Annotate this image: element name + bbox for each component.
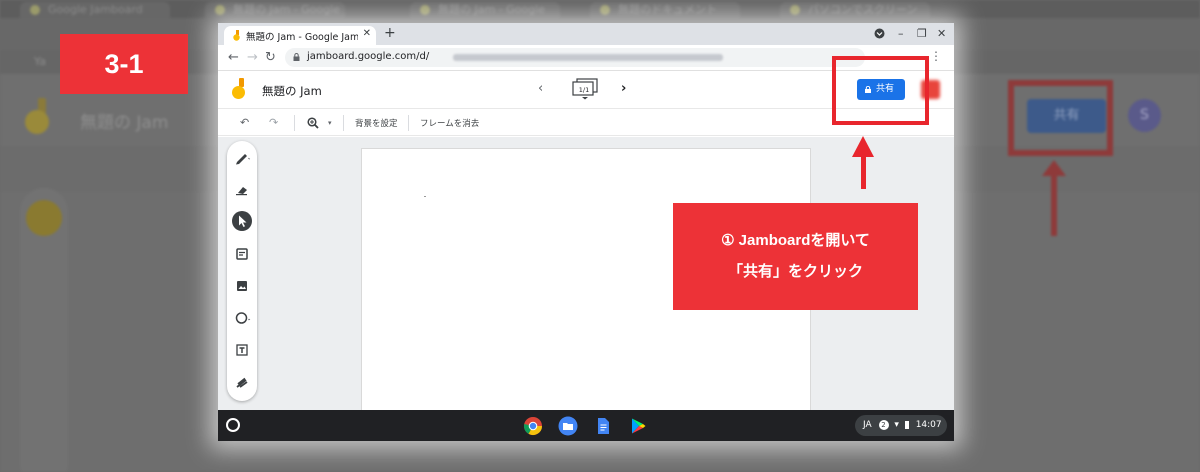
- toolbar-divider: [408, 115, 409, 131]
- clock: 14:07: [915, 420, 942, 430]
- canvas-mark: [424, 196, 426, 197]
- background-jamboard-logo-icon: [25, 98, 49, 134]
- next-frame-icon[interactable]: ›: [621, 81, 626, 96]
- browser-tab[interactable]: 無題の Jam - Google Jamboard ✕: [224, 26, 376, 45]
- close-window-button[interactable]: ✕: [937, 27, 946, 40]
- restore-button[interactable]: ❐: [917, 27, 927, 40]
- ime-indicator: JA: [863, 420, 872, 430]
- text-box-tool-icon[interactable]: [232, 340, 252, 360]
- background-pen-icon: [26, 200, 62, 236]
- eraser-tool-icon[interactable]: [232, 179, 252, 199]
- back-icon[interactable]: ←: [228, 50, 239, 65]
- image-tool-icon[interactable]: [232, 276, 252, 296]
- tab-close-icon[interactable]: ✕: [363, 28, 371, 39]
- circle-tool-icon[interactable]: [232, 308, 252, 328]
- clear-frame-button[interactable]: フレームを消去: [420, 117, 479, 129]
- launcher-icon[interactable]: [226, 418, 240, 432]
- set-background-button[interactable]: 背景を設定: [355, 117, 398, 129]
- url-redacted: [453, 54, 723, 61]
- background-tab: パソコンでスクリーン: [780, 2, 930, 18]
- url-field[interactable]: jamboard.google.com/d/: [285, 48, 865, 67]
- background-tab: Google Jamboard: [20, 2, 170, 18]
- frame-counter: 1/1: [578, 86, 590, 94]
- pen-tool-icon[interactable]: [232, 147, 252, 167]
- browser-tabbar: 無題の Jam - Google Jamboard ✕ + – ❐ ✕: [218, 23, 954, 45]
- background-tab: 無題のドキュメント: [590, 2, 740, 18]
- background-sidebar: [20, 188, 68, 472]
- notification-count-badge: 2: [878, 419, 889, 430]
- callout-line-1: ① Jamboardを開いて: [721, 232, 870, 249]
- wifi-icon: ▾: [894, 420, 899, 430]
- browser-menu-icon[interactable]: ⋮: [930, 49, 942, 63]
- background-doc-title: 無題の Jam: [80, 113, 169, 133]
- jamboard-logo-icon[interactable]: [232, 78, 248, 100]
- cursor-icon: [239, 215, 247, 227]
- tab-title: 無題の Jam - Google Jamboard: [246, 32, 358, 43]
- toolbar-divider: [343, 115, 344, 131]
- minimize-button[interactable]: –: [898, 27, 904, 40]
- chrome-icon[interactable]: [523, 416, 543, 436]
- new-tab-button[interactable]: +: [384, 25, 396, 41]
- callout-arrow-head: [852, 136, 874, 157]
- zoom-icon[interactable]: [307, 117, 319, 129]
- step-badge: 3-1: [60, 34, 188, 94]
- background-avatar: S: [1128, 99, 1161, 132]
- sticky-note-tool-icon[interactable]: [232, 244, 252, 264]
- url-text: jamboard.google.com/d/: [307, 51, 430, 62]
- tab-search-icon[interactable]: [874, 28, 885, 39]
- lock-icon: [293, 53, 300, 61]
- share-highlight-box: [832, 56, 929, 125]
- background-highlight-box: [1008, 80, 1113, 156]
- select-tool-icon[interactable]: [232, 211, 252, 231]
- battery-icon: [904, 420, 909, 429]
- forward-icon[interactable]: →: [247, 50, 258, 65]
- redo-icon[interactable]: ↷: [269, 116, 278, 129]
- background-tabbar: Google Jamboard 無題の Jam - Google 無題の Jam…: [0, 0, 1200, 18]
- callout-line-2: 「共有」をクリック: [727, 263, 863, 280]
- reload-icon[interactable]: ↻: [265, 50, 276, 65]
- toolbar-divider: [294, 115, 295, 131]
- undo-icon[interactable]: ↶: [240, 116, 249, 129]
- previous-frame-icon[interactable]: ‹: [538, 81, 543, 96]
- files-app-icon[interactable]: [558, 416, 578, 436]
- doc-title[interactable]: 無題の Jam: [262, 83, 322, 99]
- tool-sidebar: [227, 141, 257, 401]
- background-tab: 無題の Jam - Google: [205, 2, 345, 18]
- zoom-dropdown-icon[interactable]: ▾: [328, 119, 332, 127]
- chromeos-shelf: JA 2 ▾ 14:07: [218, 410, 954, 441]
- jamboard-favicon-icon: [233, 30, 240, 41]
- play-store-icon[interactable]: [628, 416, 648, 436]
- background-tab: 無題の Jam - Google: [410, 2, 560, 18]
- background-arrow: [1051, 172, 1057, 236]
- system-tray[interactable]: JA 2 ▾ 14:07: [855, 415, 947, 436]
- instruction-callout: ① Jamboardを開いて 「共有」をクリック: [673, 203, 918, 310]
- docs-app-icon[interactable]: [593, 416, 613, 436]
- callout-arrow: [861, 156, 866, 189]
- laser-tool-icon[interactable]: [232, 372, 252, 392]
